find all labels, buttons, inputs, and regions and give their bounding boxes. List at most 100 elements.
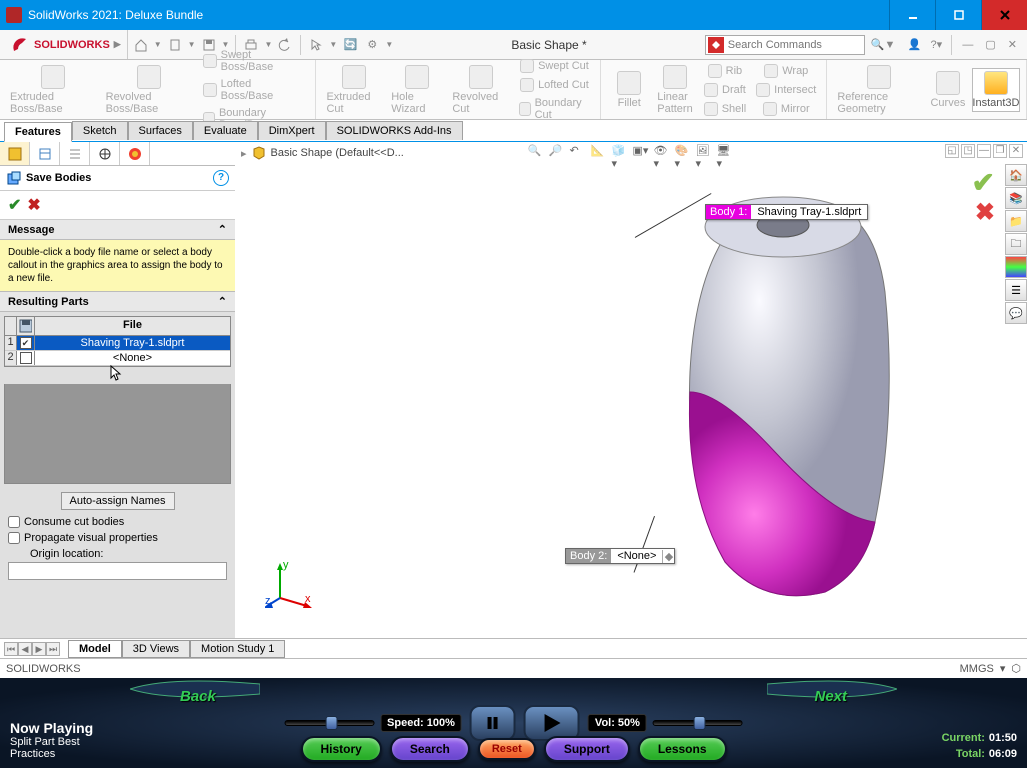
linear-pattern-button[interactable]: Linear Pattern (653, 63, 697, 117)
section-view-icon[interactable]: 📐 (591, 144, 609, 162)
hole-wizard-button[interactable]: Hole Wizard (387, 63, 446, 117)
help-icon[interactable]: ?▾ (927, 36, 945, 54)
last-tab-icon[interactable]: ⏭ (46, 642, 60, 656)
minimize-button[interactable] (889, 0, 935, 30)
resources-icon[interactable]: 🏠 (1005, 164, 1027, 186)
collapse-icon[interactable]: ⌃ (218, 223, 227, 236)
wrap-button[interactable]: Wrap (752, 62, 820, 80)
vp-max-icon[interactable]: ◳ (961, 144, 975, 158)
new-icon[interactable] (166, 36, 184, 54)
tab-model[interactable]: Model (68, 640, 122, 658)
next-tab-icon[interactable]: ▶ (32, 642, 46, 656)
table-row[interactable]: 1 ✔ Shaving Tray-1.sldprt (5, 336, 230, 351)
display-tab-icon[interactable] (120, 142, 150, 165)
lessons-button[interactable]: Lessons (638, 736, 727, 762)
row1-checkbox[interactable]: ✔ (20, 337, 32, 349)
appearances-icon[interactable] (1005, 256, 1027, 278)
custom-props-icon[interactable]: ☰ (1005, 279, 1027, 301)
tab-surfaces[interactable]: Surfaces (128, 121, 193, 140)
view-orientation-icon[interactable]: 🧊▾ (612, 144, 630, 162)
tab-evaluate[interactable]: Evaluate (193, 121, 258, 140)
maximize-button[interactable] (935, 0, 981, 30)
reference-geometry-button[interactable]: Reference Geometry (833, 63, 924, 117)
3d-body[interactable] (665, 192, 925, 612)
player-next-button[interactable]: Next (814, 688, 847, 705)
rib-button[interactable]: Rib (700, 62, 750, 80)
confirmation-x-icon[interactable]: ✖ (975, 198, 995, 227)
body1-callout[interactable]: Body 1: Shaving Tray-1.sldprt (705, 204, 868, 220)
mirror-button[interactable]: Mirror (752, 100, 820, 118)
solidworks-logo[interactable]: SOLIDWORKS ▶ (6, 30, 128, 59)
zoom-area-icon[interactable]: 🔎 (549, 144, 567, 162)
fillet-button[interactable]: Fillet (607, 69, 651, 111)
tab-3dviews[interactable]: 3D Views (122, 640, 190, 658)
support-button[interactable]: Support (544, 736, 630, 762)
lofted-boss-button[interactable]: Lofted Boss/Base (199, 76, 310, 104)
view-settings-icon[interactable]: 🖥▾ (717, 144, 735, 162)
home-icon[interactable] (132, 36, 150, 54)
view-triad[interactable]: y z x (265, 558, 315, 608)
revolved-boss-button[interactable]: Revolved Boss/Base (102, 63, 197, 117)
rebuild-icon[interactable]: 🔄 (341, 36, 359, 54)
vp-min-icon[interactable]: — (977, 144, 991, 158)
edit-appearance-icon[interactable]: 🎨▾ (675, 144, 693, 162)
propagate-checkbox[interactable] (8, 532, 20, 544)
auto-assign-names-button[interactable]: Auto-assign Names (61, 492, 175, 510)
volume-slider[interactable] (653, 720, 743, 726)
breadcrumb[interactable]: ▸ Basic Shape (Default<<D... (241, 142, 404, 164)
intersect-button[interactable]: Intersect (752, 81, 820, 99)
design-library-icon[interactable]: 📚 (1005, 187, 1027, 209)
ok-button[interactable]: ✔ (8, 195, 21, 215)
instant3d-button[interactable]: Instant3D (972, 68, 1020, 112)
body2-callout[interactable]: Body 2: <None> ◆ (565, 548, 675, 564)
dimxpert-tab-icon[interactable] (90, 142, 120, 165)
options-icon[interactable]: ⚙ (363, 36, 381, 54)
draft-button[interactable]: Draft (700, 81, 750, 99)
tab-dimxpert[interactable]: DimXpert (258, 121, 326, 140)
shell-button[interactable]: Shell (700, 100, 750, 118)
zoom-fit-icon[interactable]: 🔍 (528, 144, 546, 162)
swept-boss-button[interactable]: Swept Boss/Base (199, 47, 310, 75)
user-icon[interactable]: 👤 (905, 36, 923, 54)
extruded-boss-button[interactable]: Extruded Boss/Base (6, 63, 100, 117)
collapse-icon[interactable]: ⌃ (218, 295, 227, 308)
origin-input[interactable] (8, 562, 227, 580)
confirmation-check-icon[interactable]: ✔ (972, 166, 995, 199)
speed-slider[interactable] (284, 720, 374, 726)
boundary-cut-button[interactable]: Boundary Cut (515, 95, 595, 123)
tab-features[interactable]: Features (4, 122, 72, 142)
lofted-cut-button[interactable]: Lofted Cut (515, 76, 595, 94)
tab-addins[interactable]: SOLIDWORKS Add-Ins (326, 121, 463, 140)
first-tab-icon[interactable]: ⏮ (4, 642, 18, 656)
3d-viewport[interactable]: ▸ Basic Shape (Default<<D... 🔍 🔎 ↶ 📐 🧊▾ … (235, 142, 1027, 678)
view-palette-icon[interactable]: 🗀 (1005, 233, 1027, 255)
select-icon[interactable] (307, 36, 325, 54)
status-icon[interactable]: ⬡ (1011, 662, 1021, 675)
file-explorer-icon[interactable]: 📁 (1005, 210, 1027, 232)
cancel-button[interactable]: ✖ (27, 195, 40, 215)
vp-close-icon[interactable]: ✕ (1009, 144, 1023, 158)
revolved-cut-button[interactable]: Revolved Cut (448, 63, 512, 117)
tab-sketch[interactable]: Sketch (72, 121, 128, 140)
featuremanager-tab-icon[interactable] (60, 142, 90, 165)
vp-restore-icon[interactable]: ◱ (945, 144, 959, 158)
search-button[interactable]: Search (390, 736, 470, 762)
display-style-icon[interactable]: ▣▾ (633, 144, 651, 162)
curves-button[interactable]: Curves (926, 69, 970, 111)
history-button[interactable]: History (300, 736, 381, 762)
tab-motion-study[interactable]: Motion Study 1 (190, 640, 285, 658)
close-button[interactable] (981, 0, 1027, 30)
forum-icon[interactable]: 💬 (1005, 302, 1027, 324)
search-commands-input[interactable] (705, 35, 865, 55)
row2-checkbox[interactable] (20, 352, 32, 364)
table-row[interactable]: 2 <None> (5, 351, 230, 366)
vp-restore2-icon[interactable]: ❐ (993, 144, 1007, 158)
reset-button[interactable]: Reset (478, 738, 536, 760)
configmanager-tab-icon[interactable] (30, 142, 60, 165)
prev-tab-icon[interactable]: ◀ (18, 642, 32, 656)
hide-show-icon[interactable]: 👁▾ (654, 144, 672, 162)
apply-scene-icon[interactable]: 🖼▾ (696, 144, 714, 162)
player-back-button[interactable]: Back (180, 688, 216, 705)
propertymanager-tab-icon[interactable] (0, 142, 30, 165)
swept-cut-button[interactable]: Swept Cut (515, 57, 595, 75)
